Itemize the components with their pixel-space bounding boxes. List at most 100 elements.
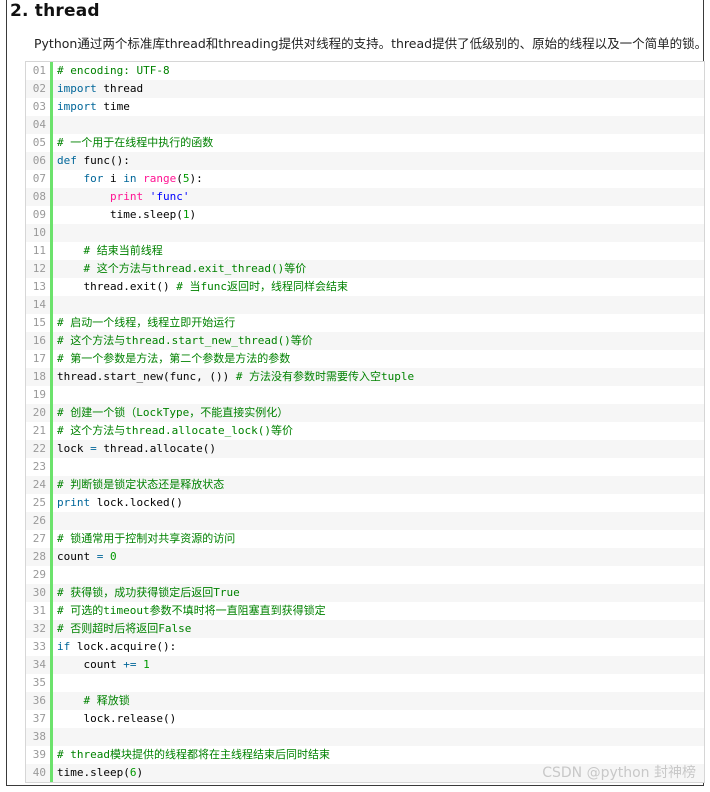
gutter-bar bbox=[50, 188, 53, 206]
code-line: 11 # 结束当前线程 bbox=[26, 242, 704, 260]
code-token: # encoding: UTF-8 bbox=[57, 64, 170, 77]
code-line: 24 # 判断锁是锁定状态还是释放状态 bbox=[26, 476, 704, 494]
code-token: # 这个方法与thread.start_new_thread()等价 bbox=[57, 334, 313, 347]
line-number: 13 bbox=[32, 280, 46, 293]
gutter-bar bbox=[50, 440, 53, 458]
line-number: 39 bbox=[32, 748, 46, 761]
code-token: def bbox=[57, 154, 77, 167]
code-token: # 可选的timeout参数不填时将一直阻塞直到获得锁定 bbox=[57, 604, 326, 617]
code-token: # thread模块提供的线程都将在主线程结束后同时结束 bbox=[57, 748, 330, 761]
code-line: 35 bbox=[26, 674, 704, 692]
code-line: 05 # 一个用于在线程中执行的函数 bbox=[26, 134, 704, 152]
code-text: thread.start_new(func, ()) # 方法没有参数时需要传入… bbox=[57, 368, 414, 386]
code-token: # 创建一个锁（LockType，不能直接实例化） bbox=[57, 406, 289, 419]
code-line: 09 time.sleep(1) bbox=[26, 206, 704, 224]
code-line: 19 bbox=[26, 386, 704, 404]
line-number: 10 bbox=[32, 226, 46, 239]
line-number: 27 bbox=[32, 532, 46, 545]
line-number: 01 bbox=[32, 64, 46, 77]
gutter-bar bbox=[50, 548, 53, 566]
code-token: i bbox=[103, 172, 124, 185]
code-token: += bbox=[123, 658, 137, 671]
code-token: # 获得锁，成功获得锁定后返回True bbox=[57, 586, 240, 599]
gutter-bar bbox=[50, 278, 53, 296]
gutter-bar bbox=[50, 386, 53, 404]
code-line: 03 import time bbox=[26, 98, 704, 116]
gutter-bar bbox=[50, 692, 53, 710]
code-line: 08 print 'func' bbox=[26, 188, 704, 206]
code-token: in bbox=[123, 172, 137, 185]
code-text: # 这个方法与thread.allocate_lock()等价 bbox=[57, 422, 293, 440]
code-text: count = 0 bbox=[57, 548, 117, 566]
code-token: time bbox=[96, 100, 130, 113]
line-number: 33 bbox=[32, 640, 46, 653]
code-line: 04 bbox=[26, 116, 704, 134]
code-token: # 启动一个线程，线程立即开始运行 bbox=[57, 316, 236, 329]
gutter-bar bbox=[50, 620, 53, 638]
code-token: print bbox=[109, 190, 144, 203]
line-number: 31 bbox=[32, 604, 46, 617]
gutter-bar bbox=[50, 206, 53, 224]
code-token: # 结束当前线程 bbox=[83, 244, 163, 257]
code-line: 37 lock.release() bbox=[26, 710, 704, 728]
code-token: # 这个方法与thread.exit_thread()等价 bbox=[83, 262, 307, 275]
code-text: # 锁通常用于控制对共享资源的访问 bbox=[57, 530, 235, 548]
line-number: 21 bbox=[32, 424, 46, 437]
gutter-bar bbox=[50, 566, 53, 584]
code-text: time.sleep(6) bbox=[57, 764, 143, 782]
code-token: ): bbox=[189, 172, 203, 185]
gutter-bar bbox=[50, 458, 53, 476]
gutter-bar bbox=[50, 134, 53, 152]
line-number: 08 bbox=[32, 190, 46, 203]
code-token: # 这个方法与thread.allocate_lock()等价 bbox=[57, 424, 293, 437]
gutter-bar bbox=[50, 98, 53, 116]
code-text: # 创建一个锁（LockType，不能直接实例化） bbox=[57, 404, 288, 422]
gutter-bar bbox=[50, 638, 53, 656]
intro-paragraph: Python通过两个标准库thread和threading提供对线程的支持。th… bbox=[34, 36, 708, 51]
gutter-bar bbox=[50, 224, 53, 242]
code-token: thread.start_new(func, ()) bbox=[57, 370, 236, 383]
code-line: 06 def func(): bbox=[26, 152, 704, 170]
code-line: 16 # 这个方法与thread.start_new_thread()等价 bbox=[26, 332, 704, 350]
code-text: print 'func' bbox=[57, 188, 190, 206]
code-text: # 这个方法与thread.start_new_thread()等价 bbox=[57, 332, 313, 350]
code-text: print lock.locked() bbox=[57, 494, 183, 512]
code-text: # 启动一个线程，线程立即开始运行 bbox=[57, 314, 235, 332]
code-token: # 否则超时后将返回False bbox=[57, 622, 192, 635]
code-line: 28 count = 0 bbox=[26, 548, 704, 566]
code-line: 20 # 创建一个锁（LockType，不能直接实例化） bbox=[26, 404, 704, 422]
code-line: 02 import thread bbox=[26, 80, 704, 98]
gutter-bar bbox=[50, 674, 53, 692]
line-number: 02 bbox=[32, 82, 46, 95]
line-number: 15 bbox=[32, 316, 46, 329]
code-line: 31 # 可选的timeout参数不填时将一直阻塞直到获得锁定 bbox=[26, 602, 704, 620]
code-text: # encoding: UTF-8 bbox=[57, 62, 170, 80]
code-token: 'func' bbox=[149, 190, 190, 203]
line-number: 29 bbox=[32, 568, 46, 581]
code-text: # 判断锁是锁定状态还是释放状态 bbox=[57, 476, 224, 494]
code-token: 1 bbox=[143, 658, 150, 671]
gutter-bar bbox=[50, 62, 53, 80]
code-token: lock bbox=[57, 442, 91, 455]
code-text: if lock.acquire(): bbox=[57, 638, 176, 656]
line-number: 06 bbox=[32, 154, 46, 167]
code-line: 14 bbox=[26, 296, 704, 314]
code-token: count bbox=[57, 658, 124, 671]
gutter-bar bbox=[50, 530, 53, 548]
gutter-bar bbox=[50, 512, 53, 530]
gutter-bar bbox=[50, 404, 53, 422]
line-number: 34 bbox=[32, 658, 46, 671]
line-number: 03 bbox=[32, 100, 46, 113]
gutter-bar bbox=[50, 746, 53, 764]
watermark: CSDN @python 封神榜 bbox=[542, 765, 696, 781]
code-line: 36 # 释放锁 bbox=[26, 692, 704, 710]
code-token: func(): bbox=[76, 154, 130, 167]
code-line: 12 # 这个方法与thread.exit_thread()等价 bbox=[26, 260, 704, 278]
code-line: 25 print lock.locked() bbox=[26, 494, 704, 512]
